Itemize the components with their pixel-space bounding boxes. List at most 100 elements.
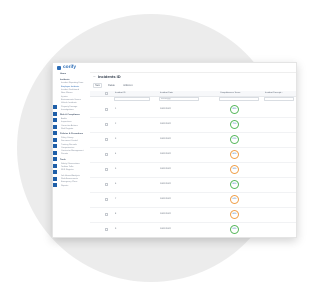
column-header-description[interactable]: Incident Descript... xyxy=(265,92,283,94)
row-checkbox[interactable] xyxy=(105,228,108,231)
sidebar-item[interactable]: Employee Incidents xyxy=(61,86,79,88)
filter-description[interactable] xyxy=(264,97,294,101)
row-checkbox[interactable] xyxy=(105,123,108,126)
sidebar-item[interactable]: Competencies xyxy=(61,147,74,149)
rail-nav-icon[interactable] xyxy=(53,137,57,142)
cell-incident-id[interactable]: 2 xyxy=(115,123,116,125)
table-row[interactable]: 8 10/11/2022 66% xyxy=(90,207,296,223)
rail-nav-icon[interactable] xyxy=(53,131,57,135)
actions-menu[interactable]: Actions ▾ xyxy=(121,83,135,88)
sidebar-item[interactable]: Policy Library xyxy=(61,137,73,139)
cell-incident-date: 10/11/2022 xyxy=(160,183,171,186)
sidebar-item[interactable]: Incident Dashboard xyxy=(61,89,79,91)
rail-nav-icon[interactable] xyxy=(53,163,57,168)
cell-incident-date: 10/11/2022 xyxy=(160,108,171,111)
sidebar-item[interactable]: Job Hazard Analysis xyxy=(61,175,80,177)
rail-nav-icon[interactable] xyxy=(53,105,57,109)
app-logo[interactable]: corify xyxy=(57,65,77,71)
cell-incident-date: 10/11/2022 xyxy=(160,213,171,216)
table-row[interactable]: 9 10/11/2022 84% xyxy=(90,222,296,237)
sidebar-item[interactable]: Document Control xyxy=(61,140,78,142)
cell-incident-id[interactable]: 7 xyxy=(115,198,116,200)
completeness-gauge: 66% xyxy=(230,209,239,219)
sidebar-item[interactable]: Permits xyxy=(61,153,68,155)
sidebar-item[interactable]: SDS Register xyxy=(61,169,74,171)
logo-text: corify xyxy=(63,65,77,70)
sidebar-item[interactable]: Corrective Actions xyxy=(61,125,78,127)
row-checkbox[interactable] xyxy=(105,168,108,171)
cell-incident-id[interactable]: 6 xyxy=(115,183,116,185)
column-header-completeness[interactable]: Completeness Score xyxy=(220,92,240,94)
sidebar-item[interactable]: Emergency Plans xyxy=(61,181,77,183)
completeness-gauge: 60% xyxy=(230,149,239,159)
table-row[interactable]: 1010/11/202280% xyxy=(90,237,296,238)
sidebar-item[interactable]: Environmental Issues xyxy=(61,99,81,101)
row-checkbox[interactable] xyxy=(105,153,108,156)
table-row[interactable]: 5 10/11/2022 58% xyxy=(90,162,296,178)
filter-completeness[interactable] xyxy=(219,97,259,101)
rail-nav-icon[interactable] xyxy=(53,124,57,129)
row-checkbox[interactable] xyxy=(105,183,108,186)
sidebar-item[interactable]: Injuries xyxy=(61,96,68,98)
sidebar-item[interactable]: Property Damage xyxy=(61,106,77,108)
table-row[interactable]: 1 10/11/2022 88% xyxy=(90,102,296,118)
row-checkbox[interactable] xyxy=(105,108,108,111)
table-row[interactable]: 6 10/11/2022 86% xyxy=(90,177,296,193)
rail-nav-icon[interactable] xyxy=(53,111,57,116)
sidebar-section-title: Incidents xyxy=(60,78,70,81)
column-header-incident-id[interactable]: Incident ID xyxy=(115,92,125,94)
cell-incident-id[interactable]: 9 xyxy=(115,228,116,230)
completeness-gauge: 64% xyxy=(230,194,239,204)
toolbar: New Delete Actions ▾ xyxy=(93,83,135,89)
row-checkbox[interactable] xyxy=(105,198,108,201)
filter-row: mm/dd/yyyy xyxy=(90,97,296,101)
sidebar-item[interactable]: Near Misses xyxy=(61,92,73,94)
rail-nav-icon[interactable] xyxy=(53,150,57,155)
sidebar-section-title: Tools xyxy=(60,158,66,161)
table-row[interactable]: 4 10/11/2022 60% xyxy=(90,147,296,163)
cell-incident-id[interactable]: 1 xyxy=(115,108,116,110)
column-header-incident-date[interactable]: Incident Date xyxy=(160,92,173,94)
sidebar-item[interactable]: Incident Reporting Form xyxy=(61,82,83,84)
sidebar-item[interactable]: Contractor Management xyxy=(61,150,83,152)
cell-incident-date: 10/11/2022 xyxy=(160,138,171,141)
rail-nav-icon[interactable] xyxy=(53,118,57,122)
sidebar-item[interactable]: Risk Assessments xyxy=(61,178,78,180)
rail-nav-icon[interactable] xyxy=(53,144,57,148)
table-row[interactable]: 7 10/11/2022 64% xyxy=(90,192,296,208)
main-panel: ← Incidents ID New Delete Actions ▾ Inci… xyxy=(90,63,296,237)
completeness-gauge: 84% xyxy=(230,224,239,234)
sidebar-item[interactable]: Reports xyxy=(61,185,68,187)
sidebar-item[interactable]: Toolbox Talks xyxy=(61,166,73,168)
back-arrow-icon[interactable]: ← xyxy=(93,74,97,79)
new-button[interactable]: New xyxy=(93,83,102,89)
cell-incident-id[interactable]: 3 xyxy=(115,138,116,140)
filter-incident-date[interactable]: mm/dd/yyyy xyxy=(159,97,199,101)
cell-incident-id[interactable]: 4 xyxy=(115,153,116,155)
completeness-gauge: 81% xyxy=(230,134,239,144)
row-checkbox[interactable] xyxy=(105,213,108,216)
cell-incident-id[interactable]: 5 xyxy=(115,168,116,170)
sidebar-item[interactable]: Training Records xyxy=(61,144,77,146)
table-row[interactable]: 2 10/11/2022 75% xyxy=(90,117,296,133)
sidebar-item[interactable]: Investigations xyxy=(61,109,74,111)
filter-incident-id[interactable] xyxy=(114,97,150,101)
rail-nav-icon[interactable] xyxy=(53,176,57,181)
rail-nav-icon[interactable] xyxy=(53,157,57,161)
sidebar-item[interactable]: Vehicle Incidents xyxy=(61,102,77,104)
rail-nav-icon[interactable] xyxy=(53,183,57,187)
table-row[interactable]: 3 10/11/2022 81% xyxy=(90,132,296,148)
sidebar-section-title: Home xyxy=(60,73,67,75)
sidebar-section-title: Policies & Procedures xyxy=(60,133,84,136)
delete-button[interactable]: Delete xyxy=(106,83,117,88)
sidebar-item[interactable]: Safety Observations xyxy=(61,163,80,165)
row-checkbox[interactable] xyxy=(105,138,108,141)
header-divider xyxy=(90,72,296,73)
completeness-gauge: 88% xyxy=(230,104,239,114)
sidebar-item[interactable]: Inspections xyxy=(61,121,72,123)
sidebar-item[interactable]: Risk Register xyxy=(61,128,73,130)
cell-incident-id[interactable]: 8 xyxy=(115,213,116,215)
sidebar-item[interactable]: Audits xyxy=(61,118,67,120)
select-all-checkbox[interactable] xyxy=(105,92,108,95)
rail-nav-icon[interactable] xyxy=(53,170,57,174)
